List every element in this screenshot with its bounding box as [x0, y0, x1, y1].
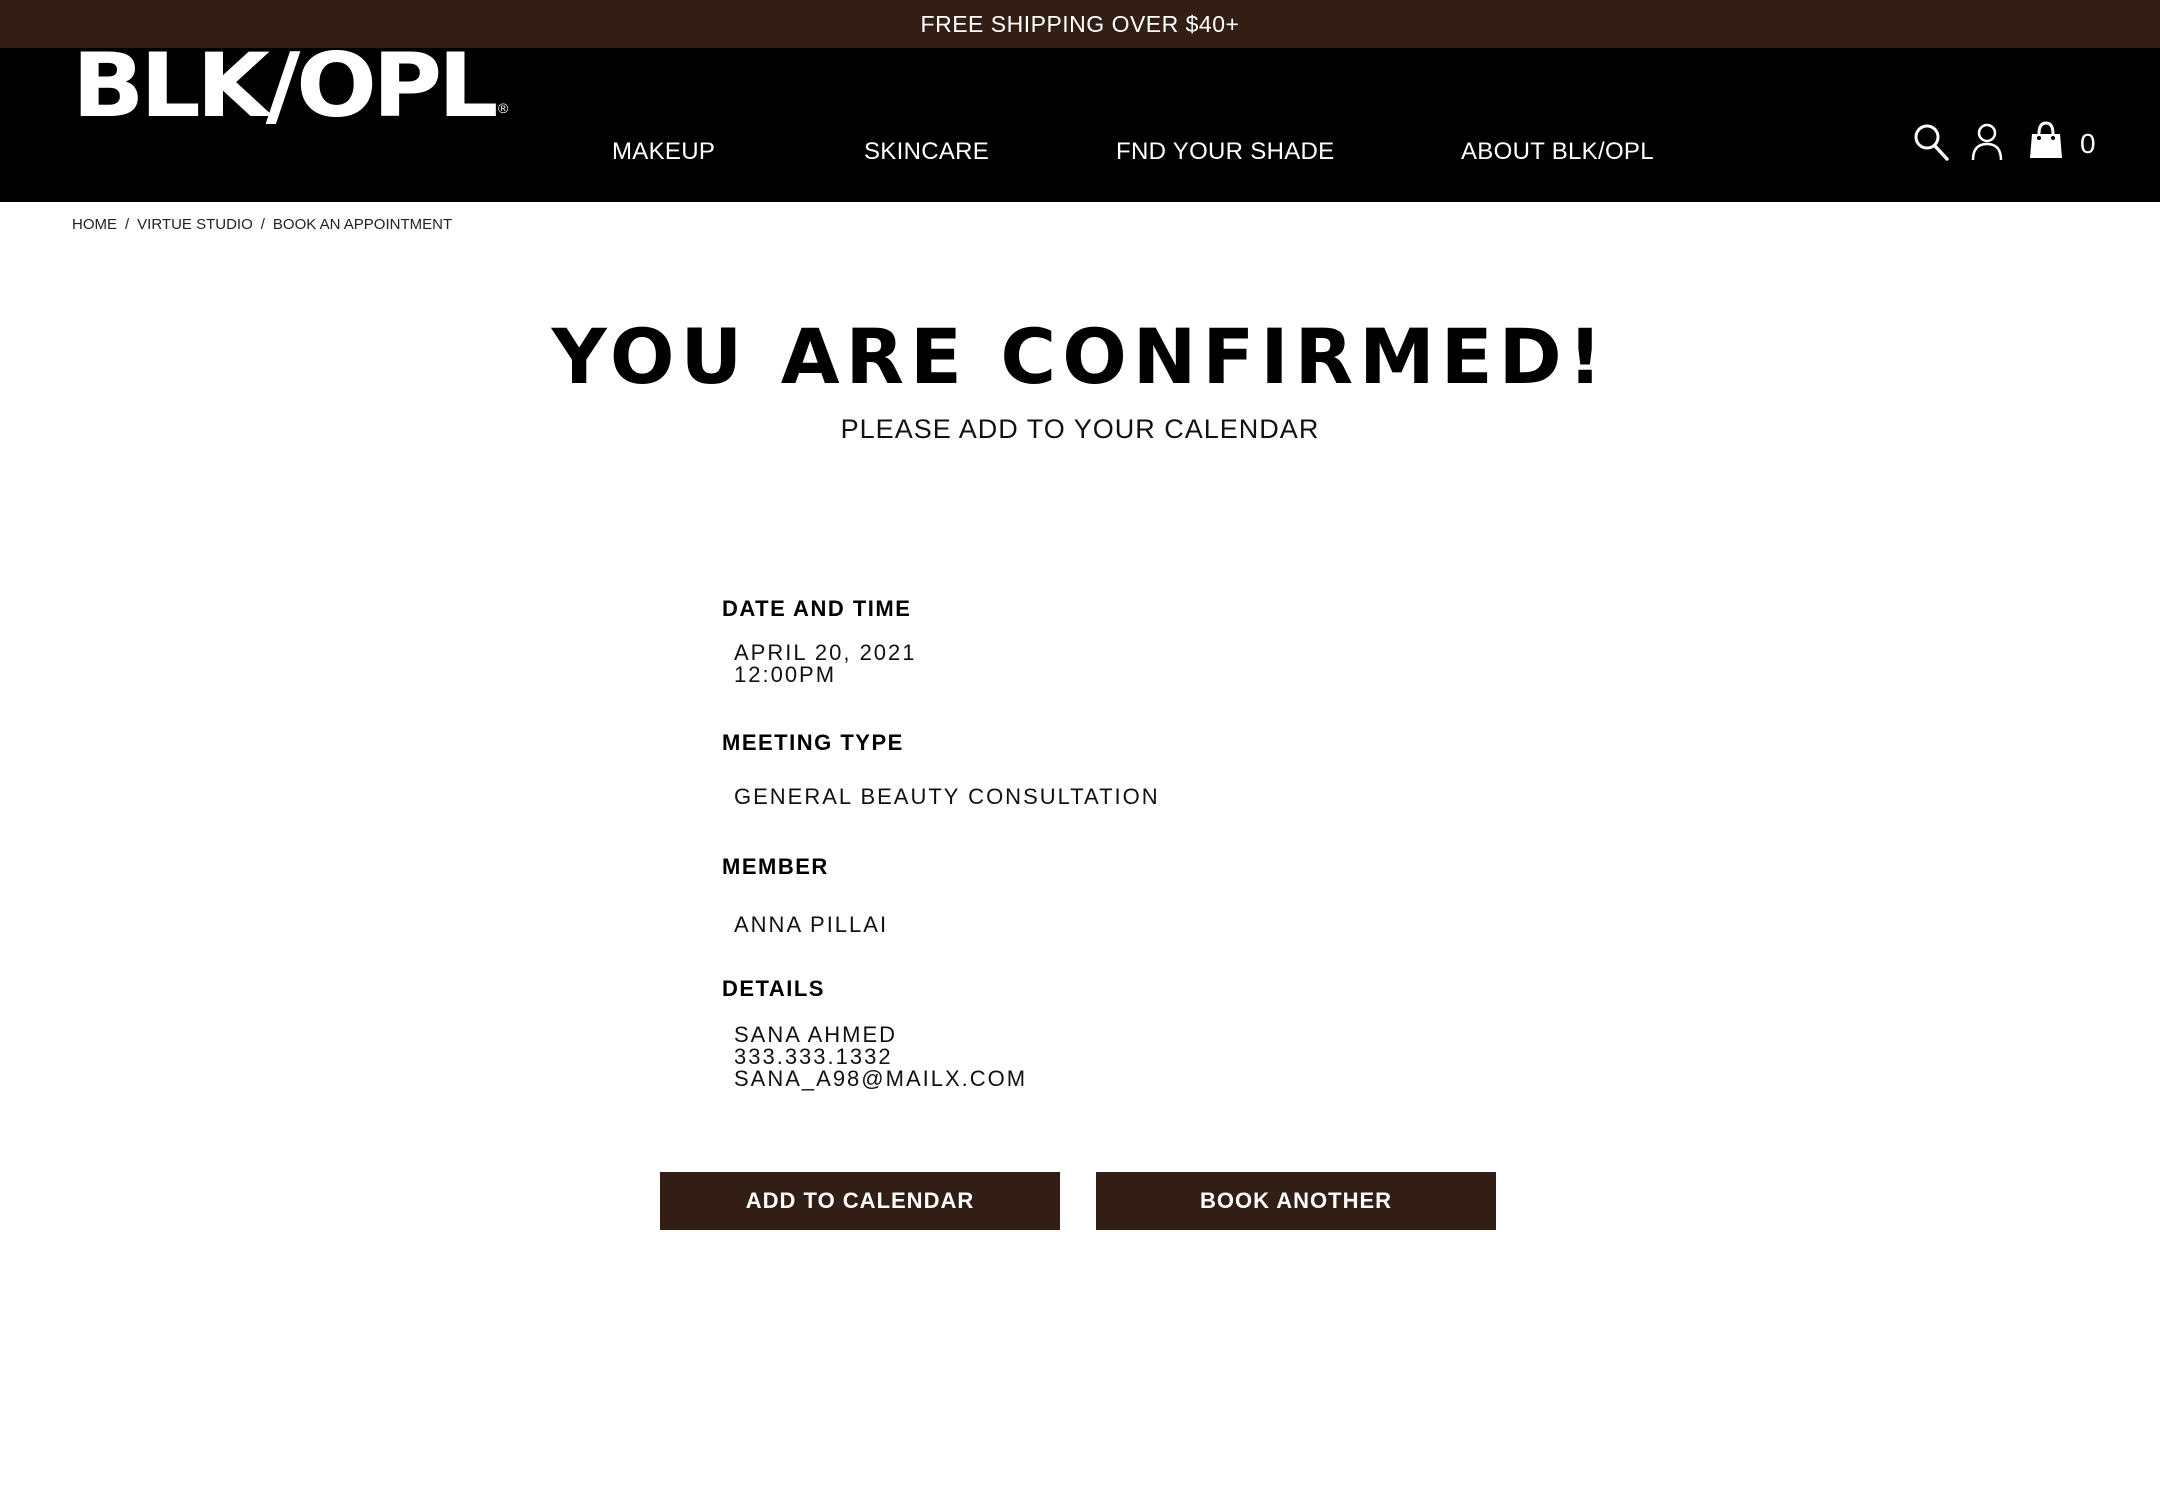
- meeting-type-label: MEETING TYPE: [722, 730, 904, 755]
- meeting-type-value: GENERAL BEAUTY CONSULTATION: [734, 784, 1160, 809]
- cart-count[interactable]: 0: [2080, 128, 2096, 160]
- add-to-calendar-button[interactable]: ADD TO CALENDAR: [660, 1172, 1060, 1230]
- details-label: DETAILS: [722, 976, 825, 1001]
- breadcrumb-separator: /: [125, 216, 130, 233]
- nav-about[interactable]: ABOUT BLK/OPL: [1461, 138, 1654, 166]
- details-phone: 333.333.1332: [734, 1044, 893, 1069]
- page-subtitle: PLEASE ADD TO YOUR CALENDAR: [840, 414, 1320, 444]
- member-value: ANNA PILLAI: [734, 912, 889, 937]
- date-time-value: APRIL 20, 2021 12:00PM: [734, 642, 917, 686]
- appointment-date: APRIL 20, 2021: [734, 640, 917, 665]
- brand-logo[interactable]: BLK/OPL: [72, 42, 498, 130]
- shopping-bag-icon[interactable]: [2028, 120, 2064, 165]
- page-title: YOU ARE CONFIRMED!: [551, 312, 1609, 401]
- nav-find-your-shade[interactable]: FND YOUR SHADE: [1116, 138, 1334, 166]
- breadcrumb: HOME / VIRTUE STUDIO / BOOK AN APPOINTMENT: [72, 216, 452, 233]
- nav-skincare[interactable]: SKINCARE: [864, 138, 989, 166]
- appointment-time: 12:00PM: [734, 662, 837, 687]
- details-value: SANA AHMED 333.333.1332 SANA_A98@MAILX.C…: [734, 1024, 1027, 1090]
- breadcrumb-virtue-studio[interactable]: VIRTUE STUDIO: [137, 216, 253, 233]
- nav-makeup[interactable]: MAKEUP: [612, 138, 715, 166]
- promo-text: FREE SHIPPING OVER $40+: [920, 10, 1240, 37]
- breadcrumb-separator: /: [260, 216, 265, 233]
- breadcrumb-book-appointment[interactable]: BOOK AN APPOINTMENT: [273, 216, 452, 233]
- registered-mark: ®: [498, 100, 509, 116]
- details-name: SANA AHMED: [734, 1022, 898, 1047]
- search-icon[interactable]: [1912, 122, 1950, 167]
- book-another-button[interactable]: BOOK ANOTHER: [1096, 1172, 1496, 1230]
- details-email: SANA_A98@MAILX.COM: [734, 1066, 1028, 1091]
- date-time-label: DATE AND TIME: [722, 596, 912, 621]
- member-label: MEMBER: [722, 854, 829, 879]
- breadcrumb-home[interactable]: HOME: [72, 216, 117, 233]
- account-icon[interactable]: [1970, 122, 2004, 167]
